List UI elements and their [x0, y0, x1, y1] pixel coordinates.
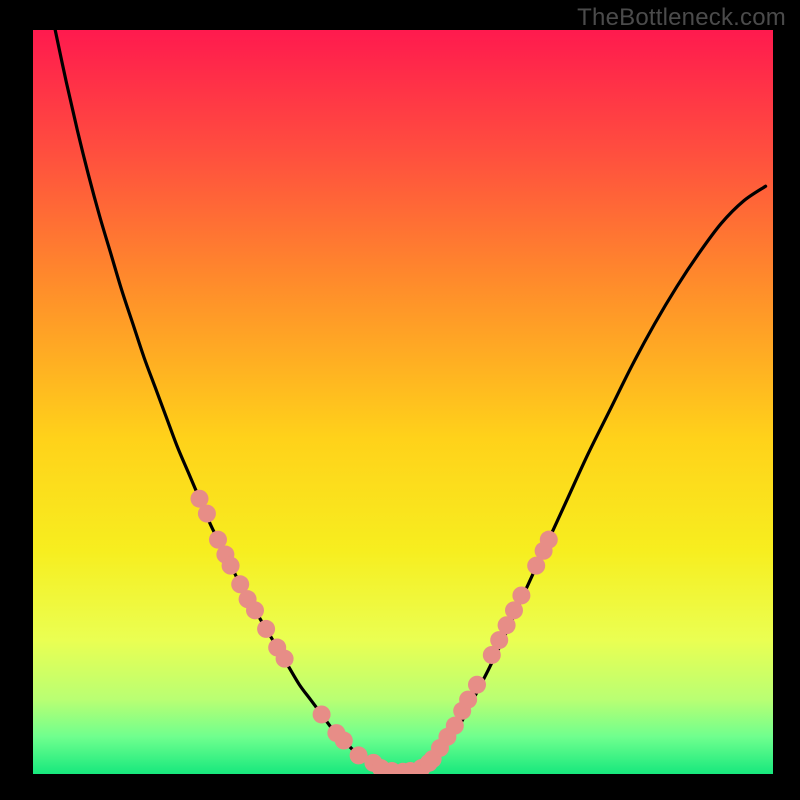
data-point — [313, 705, 331, 723]
plot-area — [33, 30, 773, 774]
watermark-text: TheBottleneck.com — [577, 4, 786, 32]
bottleneck-curve-chart — [33, 30, 773, 774]
data-point — [222, 557, 240, 575]
data-point — [246, 601, 264, 619]
data-point — [540, 531, 558, 549]
data-point — [276, 650, 294, 668]
gradient-background — [33, 30, 773, 774]
data-point — [512, 586, 530, 604]
data-point — [468, 676, 486, 694]
data-point — [335, 732, 353, 750]
chart-frame: TheBottleneck.com — [0, 0, 800, 800]
data-point — [198, 505, 216, 523]
data-point — [257, 620, 275, 638]
